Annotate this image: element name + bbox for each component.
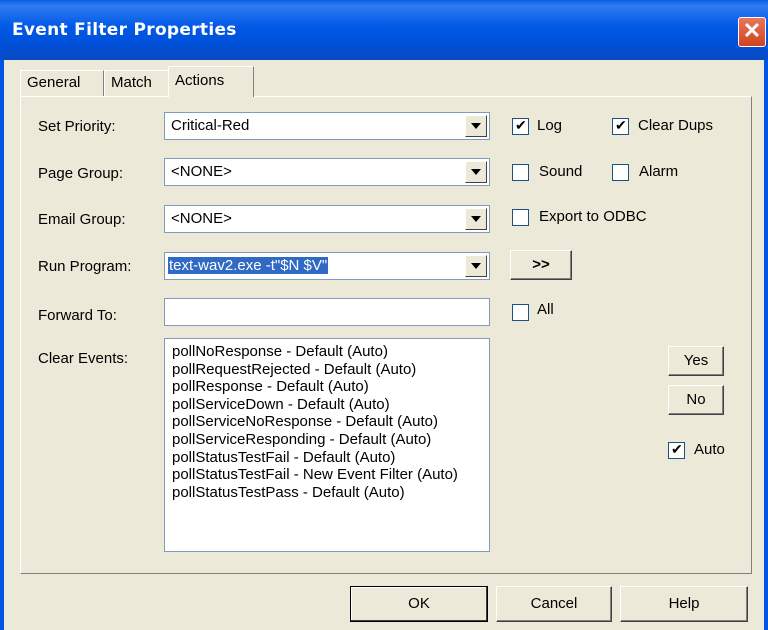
set-priority-select[interactable]: Critical-Red xyxy=(164,112,490,140)
close-button[interactable]: ✕ xyxy=(738,17,766,47)
alarm-label: Alarm xyxy=(639,163,679,180)
sound-label: Sound xyxy=(539,163,583,180)
clear-dups-checkbox[interactable] xyxy=(612,117,629,135)
list-item[interactable]: pollStatusTestPass - Default (Auto) xyxy=(172,484,489,502)
page-group-value: <NONE> xyxy=(171,163,232,180)
window-frame-right xyxy=(764,60,768,630)
close-icon: ✕ xyxy=(742,18,762,43)
log-checkbox[interactable] xyxy=(512,117,529,135)
list-item[interactable]: pollServiceResponding - Default (Auto) xyxy=(172,431,489,449)
all-checkbox[interactable] xyxy=(512,304,529,321)
browse-program-button[interactable]: >> xyxy=(510,250,572,280)
forward-to-label: Forward To: xyxy=(38,307,117,324)
log-label: Log xyxy=(537,117,563,134)
yes-button[interactable]: Yes xyxy=(668,346,724,376)
clear-dups-label: Clear Dups xyxy=(638,117,714,134)
clear-events-label: Clear Events: xyxy=(38,350,129,367)
title-bar[interactable]: Event Filter Properties ✕ xyxy=(0,0,768,60)
list-item[interactable]: pollNoResponse - Default (Auto) xyxy=(172,343,489,361)
run-program-select[interactable]: text-wav2.exe -t"$N $V" xyxy=(164,252,490,280)
export-odbc-label: Export to ODBC xyxy=(539,208,647,225)
list-item[interactable]: pollServiceDown - Default (Auto) xyxy=(172,396,489,414)
tab-actions[interactable]: Actions xyxy=(168,66,254,97)
email-group-value: <NONE> xyxy=(171,210,232,227)
export-odbc-checkbox[interactable] xyxy=(512,209,529,226)
list-item[interactable]: pollRequestRejected - Default (Auto) xyxy=(172,361,489,379)
help-button[interactable]: Help xyxy=(620,586,748,622)
alarm-checkbox[interactable] xyxy=(612,164,629,181)
tab-general[interactable]: General xyxy=(20,70,104,96)
set-priority-label: Set Priority: xyxy=(38,118,116,135)
list-item[interactable]: pollStatusTestFail - New Event Filter (A… xyxy=(172,466,489,484)
window-title: Event Filter Properties xyxy=(12,20,237,40)
event-filter-properties-dialog: Event Filter Properties ✕ General Match … xyxy=(0,0,768,630)
all-label: All xyxy=(537,301,554,318)
chevron-down-icon[interactable] xyxy=(465,161,487,183)
chevron-down-icon[interactable] xyxy=(465,115,487,137)
email-group-select[interactable]: <NONE> xyxy=(164,205,490,233)
page-group-label: Page Group: xyxy=(38,165,124,182)
auto-label: Auto xyxy=(694,441,725,458)
window-frame-left xyxy=(0,60,4,630)
list-item[interactable]: pollResponse - Default (Auto) xyxy=(172,378,489,396)
clear-events-list[interactable]: pollNoResponse - Default (Auto) pollRequ… xyxy=(164,338,490,552)
no-button[interactable]: No xyxy=(668,385,724,415)
email-group-label: Email Group: xyxy=(38,211,126,228)
run-program-label: Run Program: xyxy=(38,258,132,275)
list-item[interactable]: pollServiceNoResponse - Default (Auto) xyxy=(172,413,489,431)
ok-button[interactable]: OK xyxy=(350,586,488,622)
forward-to-input[interactable] xyxy=(164,298,490,326)
list-item[interactable]: pollStatusTestFail - Default (Auto) xyxy=(172,449,489,467)
page-group-select[interactable]: <NONE> xyxy=(164,158,490,186)
sound-checkbox[interactable] xyxy=(512,164,529,181)
set-priority-value: Critical-Red xyxy=(171,117,250,134)
auto-checkbox[interactable] xyxy=(668,441,685,459)
chevron-down-icon[interactable] xyxy=(465,208,487,230)
chevron-down-icon[interactable] xyxy=(465,255,487,277)
run-program-value[interactable]: text-wav2.exe -t"$N $V" xyxy=(168,257,329,274)
cancel-button[interactable]: Cancel xyxy=(496,586,612,622)
tab-match[interactable]: Match xyxy=(104,70,178,96)
